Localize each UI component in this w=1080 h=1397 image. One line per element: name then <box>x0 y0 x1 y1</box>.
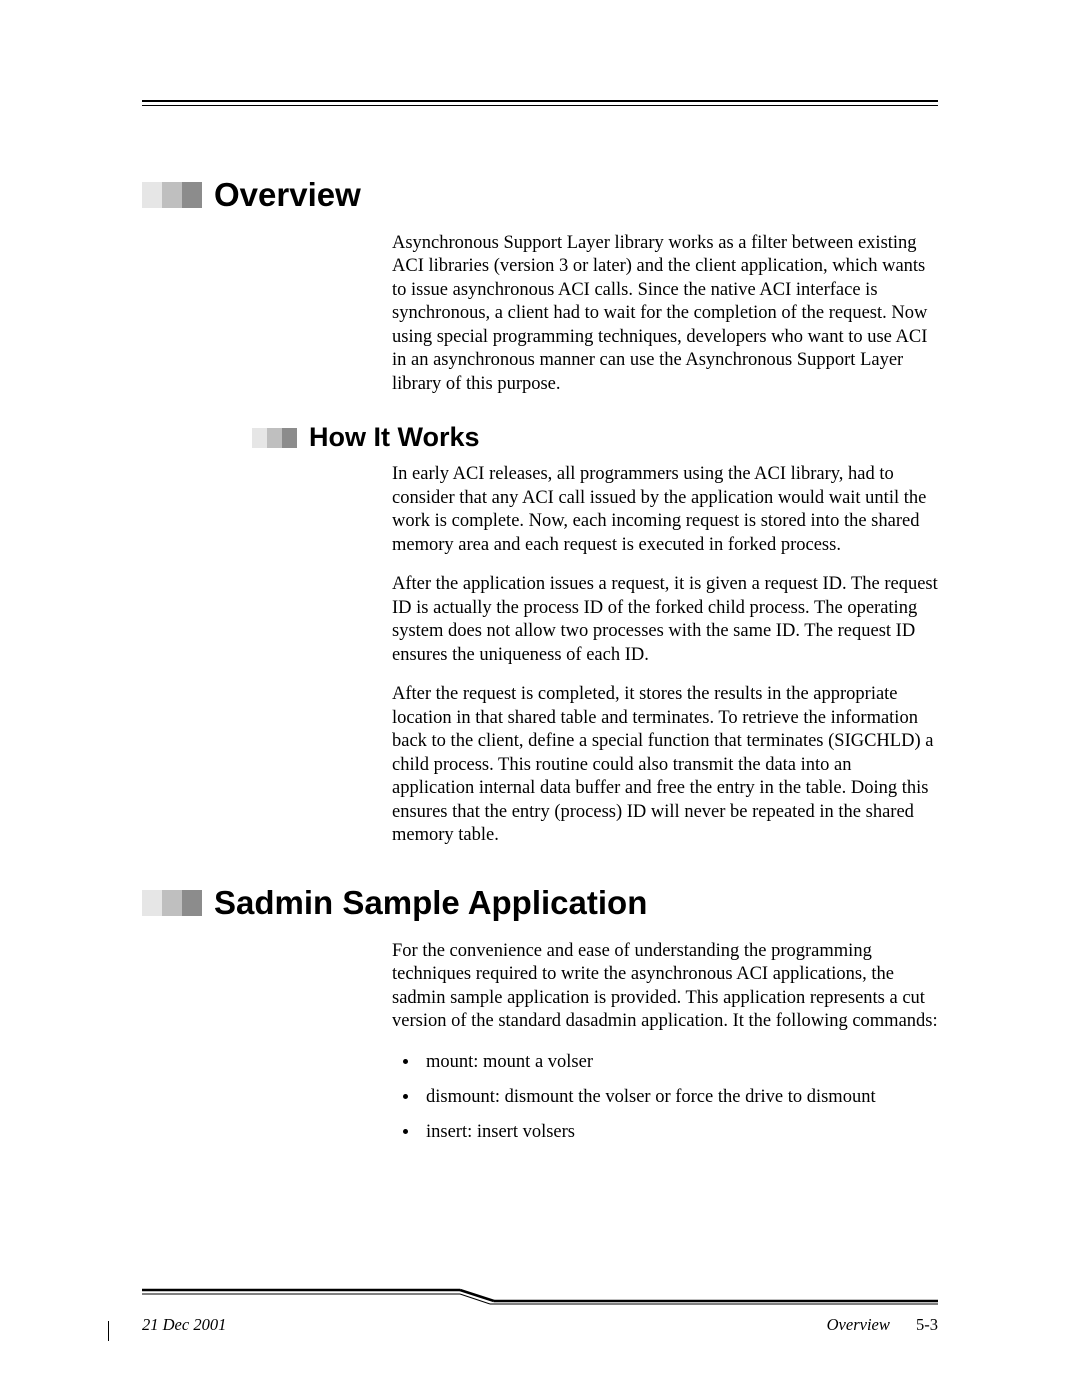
footer-right: Overview 5-3 <box>827 1315 938 1335</box>
heading-overview: Overview <box>142 176 938 214</box>
footer: 21 Dec 2001 Overview 5-3 <box>142 1315 938 1335</box>
footer-rule-svg <box>142 1287 938 1305</box>
footer-page: 5-3 <box>916 1315 938 1334</box>
rule-thin <box>142 105 938 106</box>
how-paragraph-3: After the request is completed, it store… <box>392 683 938 847</box>
how-body: In early ACI releases, all programmers u… <box>392 463 938 847</box>
page: Overview Asynchronous Support Layer libr… <box>0 0 1080 1397</box>
heading-bullet-icon <box>252 428 297 448</box>
footer-date: 21 Dec 2001 <box>142 1315 226 1335</box>
footer-rule <box>142 1287 938 1301</box>
heading-bullet-icon <box>142 182 202 208</box>
heading-sadmin-text: Sadmin Sample Application <box>214 884 647 922</box>
footer-section: Overview <box>827 1315 890 1334</box>
sadmin-command-list: mount: mount a volser dismount: dismount… <box>392 1050 938 1145</box>
heading-how-it-works: How It Works <box>252 422 938 453</box>
heading-bullet-icon <box>142 890 202 916</box>
sadmin-body: For the convenience and ease of understa… <box>392 940 938 1145</box>
rule-thick <box>142 100 938 102</box>
how-paragraph-2: After the application issues a request, … <box>392 573 938 667</box>
overview-body: Asynchronous Support Layer library works… <box>392 232 938 396</box>
revision-bar <box>108 1321 109 1341</box>
heading-overview-text: Overview <box>214 176 361 214</box>
how-paragraph-1: In early ACI releases, all programmers u… <box>392 463 938 557</box>
overview-paragraph: Asynchronous Support Layer library works… <box>392 232 938 396</box>
heading-how-it-works-text: How It Works <box>309 422 480 453</box>
list-item: mount: mount a volser <box>420 1050 938 1075</box>
sadmin-paragraph: For the convenience and ease of understa… <box>392 940 938 1034</box>
content-area: Overview Asynchronous Support Layer libr… <box>142 150 938 1257</box>
list-item: dismount: dismount the volser or force t… <box>420 1085 938 1110</box>
list-item: insert: insert volsers <box>420 1120 938 1145</box>
heading-sadmin: Sadmin Sample Application <box>142 884 938 922</box>
top-rule <box>142 100 938 106</box>
